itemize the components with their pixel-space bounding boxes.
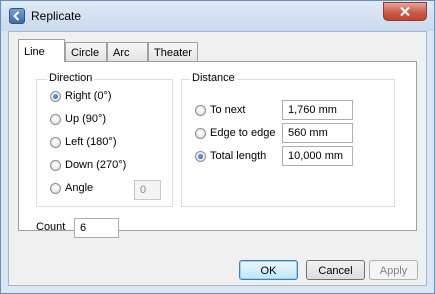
replicate-dialog: Replicate Line Circle Arc Theater Direct… (0, 0, 435, 294)
apply-button[interactable]: Apply (369, 260, 418, 280)
cancel-button[interactable]: Cancel (306, 260, 365, 280)
direction-option-label: Left (180°) (65, 136, 117, 148)
edge-to-edge-input[interactable]: 560 mm (282, 123, 353, 143)
distance-option-label: Edge to edge (210, 127, 276, 139)
dialog-body: Line Circle Arc Theater Direction Right … (8, 31, 427, 286)
radio-up[interactable] (50, 114, 61, 125)
title-bar: Replicate (1, 1, 434, 31)
ok-button[interactable]: OK (239, 260, 298, 280)
back-arrow-icon (9, 8, 25, 24)
total-length-input[interactable]: 10,000 mm (282, 146, 353, 166)
tab-panel-line: Direction Right (0°) Up (90°) Left (180°… (18, 61, 417, 238)
direction-option-label: Right (0°) (65, 90, 112, 102)
distance-group: Distance To next 1,760 mm Edge to edge 5… (181, 72, 395, 207)
direction-option-right[interactable]: Right (0°) (50, 90, 170, 106)
direction-option-label: Up (90°) (65, 113, 107, 125)
distance-option-label: To next (210, 104, 246, 116)
tab-theater[interactable]: Theater (148, 42, 198, 61)
radio-right[interactable] (50, 91, 61, 102)
radio-total-length[interactable] (195, 151, 206, 162)
distance-option-label: Total length (210, 150, 267, 162)
close-button[interactable] (383, 2, 427, 21)
close-icon (400, 6, 410, 17)
count-input[interactable]: 6 (74, 218, 119, 238)
direction-option-label: Down (270°) (65, 159, 127, 171)
direction-legend: Direction (47, 72, 95, 84)
radio-down[interactable] (50, 160, 61, 171)
direction-option-left[interactable]: Left (180°) (50, 136, 170, 152)
direction-option-up[interactable]: Up (90°) (50, 113, 170, 129)
tab-line[interactable]: Line (18, 39, 65, 62)
distance-option-edge-to-edge[interactable]: Edge to edge (195, 127, 280, 143)
distance-legend: Distance (190, 72, 237, 84)
distance-option-total-length[interactable]: Total length (195, 150, 280, 166)
radio-angle[interactable] (50, 183, 61, 194)
tab-circle[interactable]: Circle (65, 42, 107, 61)
angle-input[interactable]: 0 (134, 180, 161, 200)
count-label: Count (36, 221, 66, 233)
direction-group: Direction Right (0°) Up (90°) Left (180°… (36, 72, 173, 207)
tab-arc[interactable]: Arc (107, 42, 148, 61)
radio-left[interactable] (50, 137, 61, 148)
direction-option-label: Angle (65, 182, 94, 194)
window-title: Replicate (31, 9, 82, 23)
to-next-input[interactable]: 1,760 mm (282, 100, 353, 120)
radio-to-next[interactable] (195, 105, 206, 116)
direction-option-angle[interactable]: Angle (50, 182, 130, 198)
direction-option-down[interactable]: Down (270°) (50, 159, 170, 175)
radio-edge-to-edge[interactable] (195, 128, 206, 139)
distance-option-to-next[interactable]: To next (195, 104, 280, 120)
